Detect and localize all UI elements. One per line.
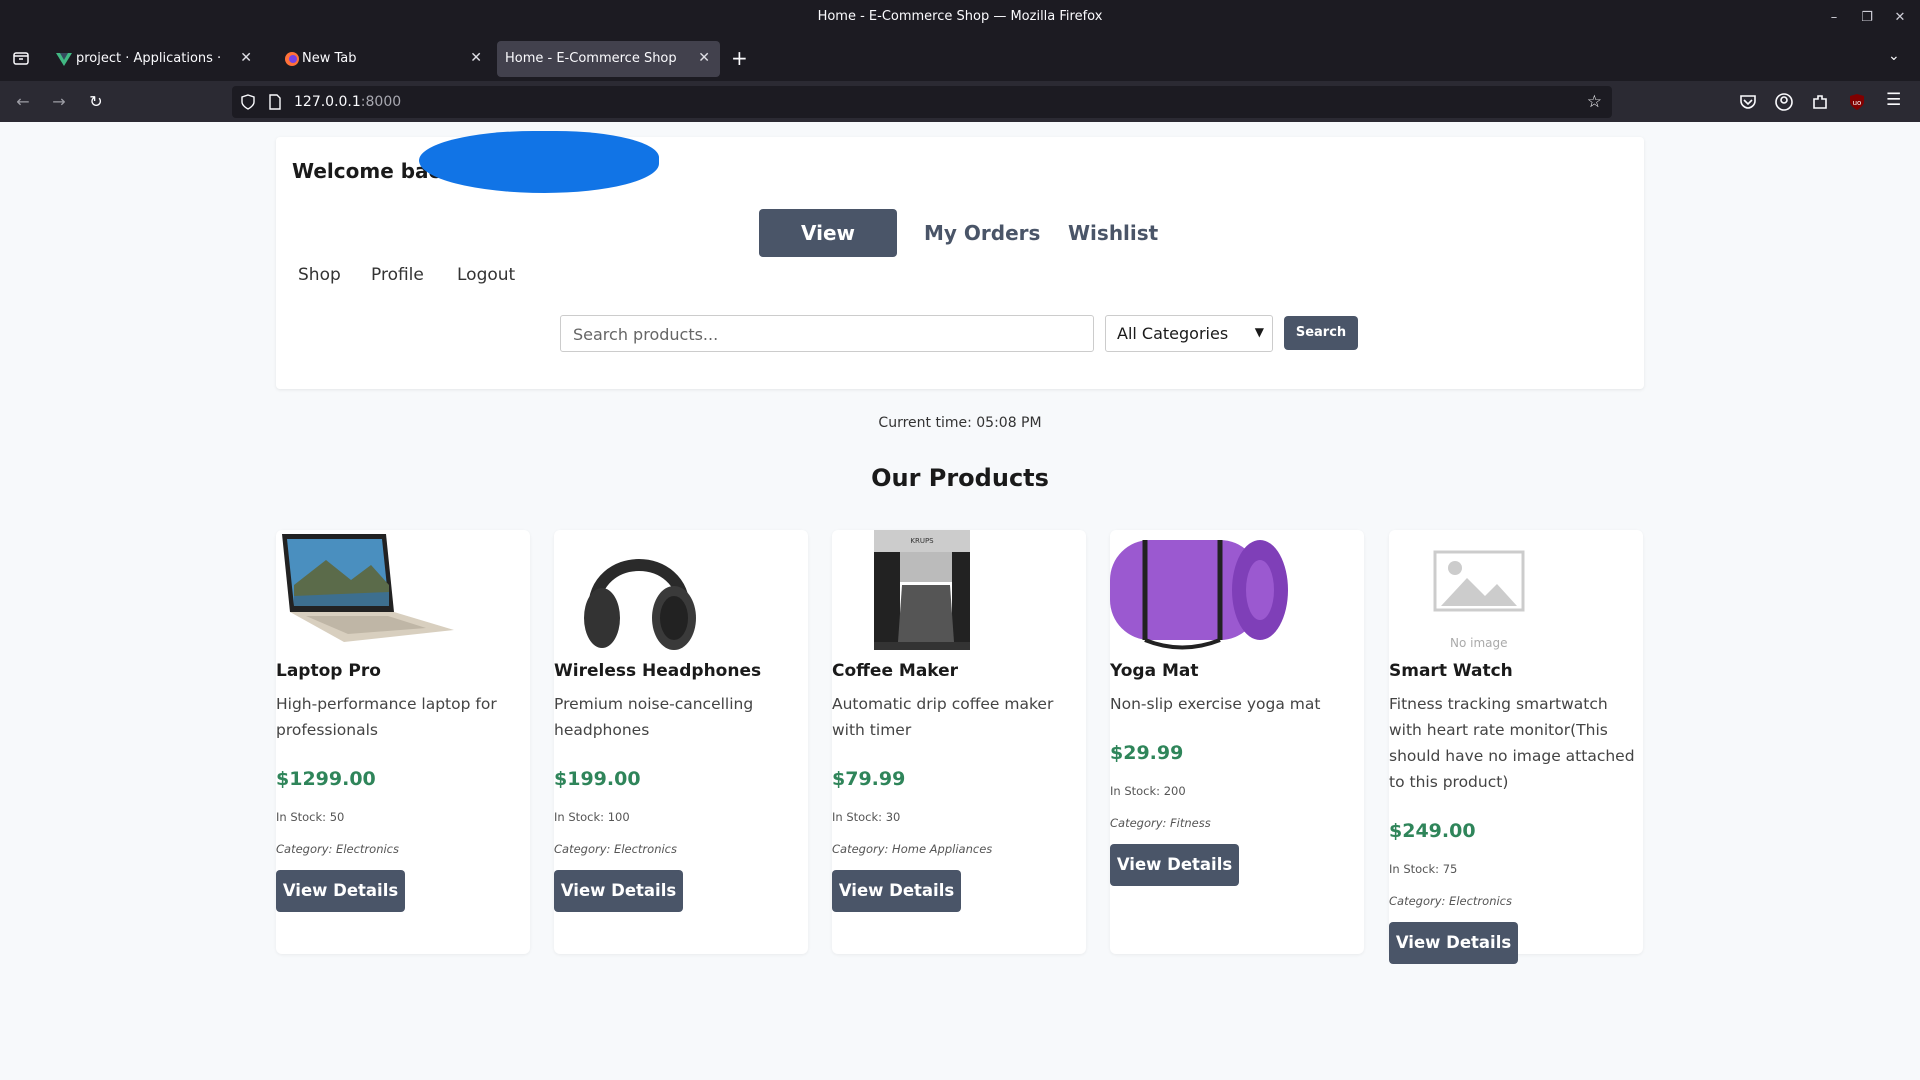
product-price: $29.99: [1110, 742, 1184, 764]
product-category: Category: Electronics: [554, 842, 677, 856]
url-bar[interactable]: 127.0.0.1:8000 ☆: [232, 86, 1612, 118]
search-button[interactable]: Search: [1284, 316, 1358, 350]
category-select[interactable]: All Categories ▼: [1105, 315, 1273, 352]
product-stock: In Stock: 75: [1389, 862, 1458, 876]
forward-icon[interactable]: →: [48, 91, 70, 113]
view-cart-button[interactable]: View Cart: [759, 209, 897, 293]
product-category: Category: Electronics: [1389, 894, 1512, 908]
close-tab-icon[interactable]: ✕: [698, 50, 710, 66]
close-tab-icon[interactable]: ✕: [470, 50, 482, 66]
product-category: Category: Fitness: [1110, 816, 1211, 830]
page-content: Welcome back View Cart My Orders Wishlis…: [0, 122, 1920, 1080]
chevron-down-icon: ▼: [1254, 325, 1264, 339]
hamburger-menu-icon[interactable]: ☰: [1886, 90, 1901, 110]
back-icon[interactable]: ←: [12, 91, 34, 113]
my-orders-link[interactable]: My Orders: [908, 209, 1056, 257]
product-price: $199.00: [554, 768, 641, 790]
tab-label: project · Applications · User: [76, 51, 226, 66]
vue-favicon-icon: [56, 53, 72, 66]
product-name: Coffee Maker: [832, 661, 959, 681]
current-time: Current time: 05:08 PM: [878, 415, 1042, 431]
product-description: Automatic drip coffee maker with timer: [832, 695, 1054, 739]
yoga-mat-image: [1110, 540, 1288, 650]
view-details-button[interactable]: View Details: [1389, 922, 1518, 964]
page-icon[interactable]: [268, 94, 282, 110]
reload-icon[interactable]: ↻: [85, 91, 107, 113]
product-price: $249.00: [1389, 820, 1476, 842]
product-price: $1299.00: [276, 768, 376, 790]
account-icon[interactable]: [1774, 92, 1794, 112]
product-card: Yoga Mat Non-slip exercise yoga mat $29.…: [1110, 530, 1364, 954]
svg-text:uo: uo: [1853, 99, 1862, 107]
site-header: Welcome back View Cart My Orders Wishlis…: [276, 131, 1644, 389]
product-stock: In Stock: 100: [554, 810, 630, 824]
window-titlebar: Home - E-Commerce Shop — Mozilla Firefox…: [0, 0, 1920, 36]
no-image-label: No image: [1450, 636, 1508, 650]
bookmark-star-icon[interactable]: ☆: [1587, 92, 1602, 112]
section-title: Our Products: [871, 464, 1049, 492]
wishlist-link[interactable]: Wishlist: [1052, 209, 1174, 257]
profile-link[interactable]: Profile: [371, 265, 424, 285]
product-card: Wireless Headphones Premium noise-cancel…: [554, 530, 808, 954]
product-card: KRUPS Coffee Maker Automatic drip coffee…: [832, 530, 1086, 954]
shield-icon[interactable]: [240, 94, 256, 110]
minimize-icon[interactable]: –: [1824, 8, 1844, 28]
product-description: Non-slip exercise yoga mat: [1110, 695, 1321, 713]
product-stock: In Stock: 200: [1110, 784, 1186, 798]
close-window-icon[interactable]: ✕: [1890, 8, 1910, 28]
product-price: $79.99: [832, 768, 906, 790]
laptop-image: [282, 534, 454, 642]
view-details-button[interactable]: View Details: [554, 870, 683, 912]
shop-link[interactable]: Shop: [298, 265, 341, 285]
product-name: Wireless Headphones: [554, 661, 762, 681]
tab-label: New Tab: [302, 51, 357, 66]
chevron-down-icon[interactable]: ⌄: [1888, 48, 1900, 64]
tab-new-tab[interactable]: New Tab ✕: [272, 41, 492, 77]
view-details-button[interactable]: View Details: [1110, 844, 1239, 886]
search-input[interactable]: Search products...: [560, 315, 1094, 352]
tab-bar: project · Applications · User ✕ New Tab …: [0, 36, 1920, 81]
product-category: Category: Electronics: [276, 842, 399, 856]
brand-mark: KRUPS: [910, 537, 934, 545]
close-tab-icon[interactable]: ✕: [240, 50, 252, 66]
firefox-favicon-icon: [285, 52, 299, 66]
product-description: High-performance laptop for professional…: [276, 695, 497, 739]
window-title: Home - E-Commerce Shop — Mozilla Firefox: [817, 9, 1103, 24]
product-description: Premium noise-cancelling headphones: [554, 695, 754, 739]
product-stock: In Stock: 30: [832, 810, 901, 824]
tab-project[interactable]: project · Applications · User ✕: [44, 41, 262, 77]
new-tab-icon[interactable]: +: [731, 46, 748, 70]
product-description: Fitness tracking smartwatch with heart r…: [1389, 695, 1635, 791]
no-image-placeholder-icon: [1433, 550, 1525, 612]
pocket-icon[interactable]: [1738, 92, 1758, 112]
tab-ecommerce-shop[interactable]: Home - E-Commerce Shop ✕: [497, 41, 720, 77]
product-stock: In Stock: 50: [276, 810, 345, 824]
url-text[interactable]: 127.0.0.1:8000: [294, 94, 401, 110]
product-name: Smart Watch: [1389, 661, 1513, 681]
category-selected-value: All Categories: [1117, 324, 1229, 343]
view-details-button[interactable]: View Details: [276, 870, 405, 912]
product-category: Category: Home Appliances: [832, 842, 993, 856]
product-name: Laptop Pro: [276, 661, 381, 681]
product-card: No image Smart Watch Fitness tracking sm…: [1389, 530, 1643, 964]
coffee-maker-image: KRUPS: [874, 530, 970, 650]
navigation-toolbar: ← → ↻ 127.0.0.1:8000 ☆ uo ☰: [0, 81, 1920, 122]
product-card: Laptop Pro High-performance laptop for p…: [276, 530, 530, 954]
tab-label: Home - E-Commerce Shop: [505, 51, 677, 66]
headphones-image: [584, 559, 696, 650]
ublock-icon[interactable]: uo: [1847, 92, 1867, 112]
product-name: Yoga Mat: [1110, 661, 1199, 681]
maximize-icon[interactable]: ❐: [1857, 8, 1877, 28]
redacted-username: [419, 131, 659, 193]
view-details-button[interactable]: View Details: [832, 870, 961, 912]
extensions-icon[interactable]: [1810, 92, 1830, 112]
tab-list-icon[interactable]: [12, 49, 30, 67]
logout-link[interactable]: Logout: [457, 265, 515, 285]
